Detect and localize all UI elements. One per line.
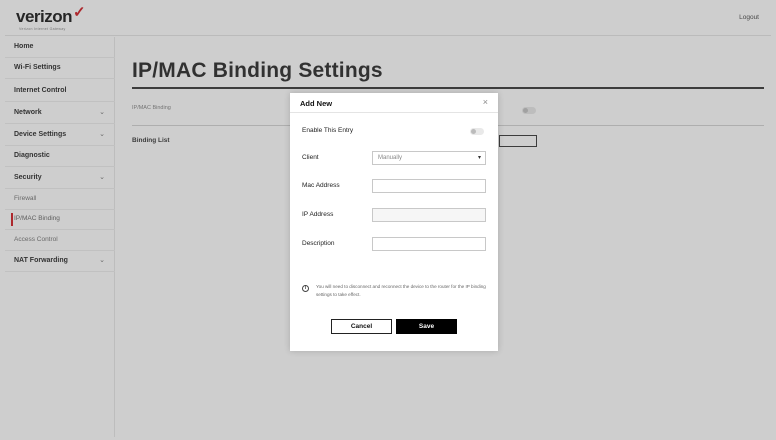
client-select-value: Manually — [378, 155, 403, 161]
save-button[interactable]: Save — [396, 319, 457, 334]
info-message: You will need to disconnect and reconnec… — [316, 284, 486, 297]
info-icon: i — [302, 285, 309, 292]
enable-entry-toggle[interactable] — [470, 128, 484, 135]
caret-down-icon: ▾ — [477, 155, 481, 161]
mac-address-label: Mac Address — [302, 182, 340, 189]
add-new-dialog: Add New × Enable This Entry Client Manua… — [290, 93, 498, 351]
description-label: Description — [302, 240, 335, 247]
cancel-button[interactable]: Cancel — [331, 319, 392, 334]
ip-address-input[interactable] — [372, 208, 486, 222]
ip-address-label: IP Address — [302, 211, 334, 218]
enable-entry-label: Enable This Entry — [302, 127, 354, 134]
dialog-title: Add New — [300, 99, 333, 108]
client-select[interactable]: Manually ▾ — [372, 151, 486, 165]
close-icon[interactable]: × — [483, 97, 488, 107]
description-input[interactable] — [372, 237, 486, 251]
mac-address-input[interactable] — [372, 179, 486, 193]
client-label: Client — [302, 154, 319, 161]
dialog-header: Add New × — [290, 93, 498, 113]
